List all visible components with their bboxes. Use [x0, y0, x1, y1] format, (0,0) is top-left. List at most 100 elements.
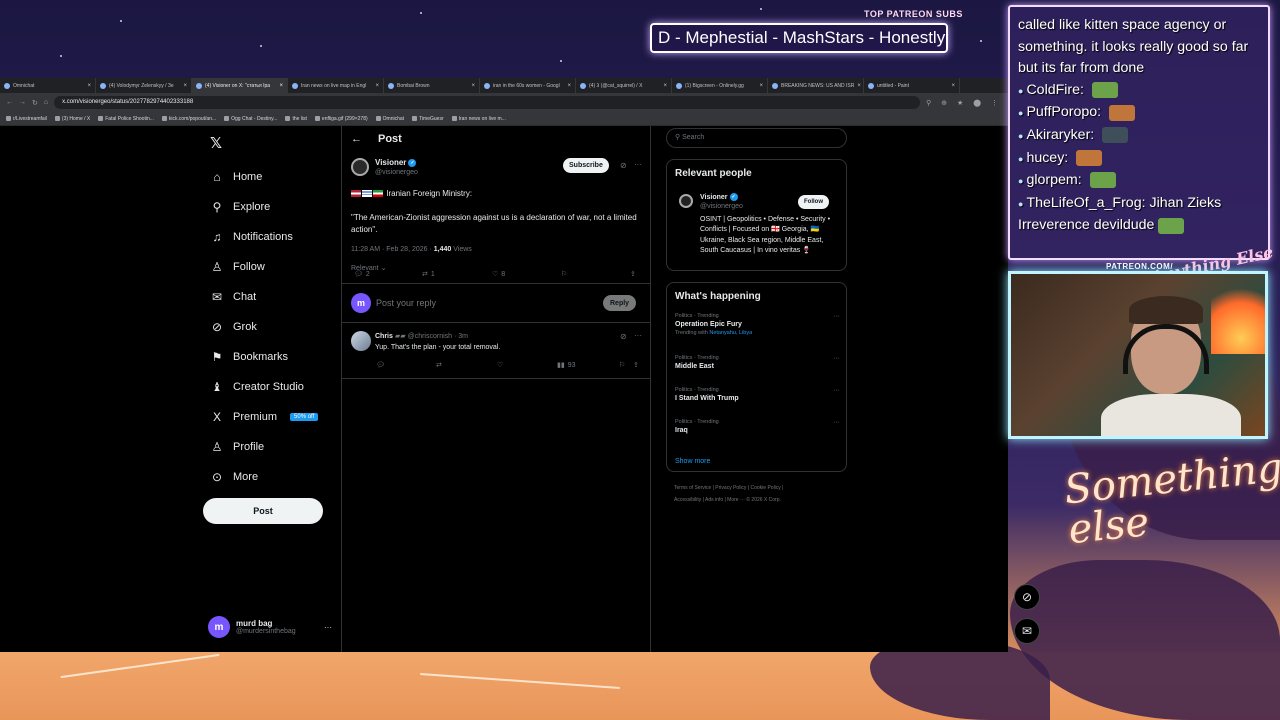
like-action[interactable]: ♡ 8: [492, 270, 505, 279]
browser-tab[interactable]: (4) Visioner on X: "статья Іра ×: [192, 78, 288, 93]
bookmark-icon[interactable]: ⚐: [619, 361, 625, 369]
grok-icon[interactable]: ⊘: [620, 161, 627, 170]
x-logo-icon[interactable]: 𝕏: [210, 134, 222, 152]
close-icon[interactable]: ×: [759, 83, 763, 89]
reload-icon[interactable]: ↻: [32, 99, 38, 107]
bookmark-item[interactable]: Omnichat: [375, 116, 404, 122]
browser-tab[interactable]: Iran news on live map in Engl ×: [288, 78, 384, 93]
browser-tab[interactable]: (1) Bigscreen - Onlinely.gg ×: [672, 78, 768, 93]
more-icon[interactable]: ···: [833, 387, 840, 394]
close-icon[interactable]: ×: [951, 83, 955, 89]
close-icon[interactable]: ×: [279, 83, 283, 89]
reply-button[interactable]: Reply: [603, 295, 637, 311]
bookmark-item[interactable]: TimeGuesr: [412, 116, 444, 122]
avatar[interactable]: [351, 158, 369, 176]
bookmark-item[interactable]: Ogg Chat - Destiny...: [224, 116, 277, 122]
grok-icon[interactable]: ⊘: [620, 332, 627, 341]
bookmark-item[interactable]: Iran news on live m...: [451, 116, 506, 122]
nav-item-premium[interactable]: X Premium 50% off: [210, 410, 319, 424]
bookmark-item[interactable]: r/Livestreamfail: [6, 116, 47, 122]
account-switcher[interactable]: m murd bag @murdersinthebag ···: [208, 616, 332, 638]
author-handle[interactable]: @visionergeo: [375, 169, 418, 176]
nav-item-chat[interactable]: ✉ Chat: [210, 290, 256, 304]
author-name[interactable]: Visioner ✓: [375, 158, 417, 167]
repost-action[interactable]: ⇄ 1: [422, 270, 435, 279]
heart-icon[interactable]: ♡: [497, 361, 503, 369]
subscribe-button[interactable]: Subscribe: [563, 158, 609, 173]
show-more-link[interactable]: Show more: [675, 458, 710, 465]
back-arrow-icon[interactable]: ←: [351, 133, 362, 145]
trend-item[interactable]: Politics · Trending I Stand With Trump ···: [675, 387, 840, 402]
post-button[interactable]: Post: [203, 498, 323, 524]
browser-tab[interactable]: (4) Volodymyr Zelenskyy / Зе ×: [96, 78, 192, 93]
browser-tab[interactable]: Omnichat ×: [0, 78, 96, 93]
nav-item-profile[interactable]: ♙ Profile: [210, 440, 265, 454]
person-handle[interactable]: @visionergeo: [700, 203, 743, 210]
trend-item[interactable]: Politics · Trending Iraq ···: [675, 419, 840, 434]
close-icon[interactable]: ×: [375, 83, 379, 89]
share-action[interactable]: ⇪: [630, 270, 636, 278]
browser-tab[interactable]: Bombai Brown ×: [384, 78, 480, 93]
browser-tab[interactable]: (4) Ꝫ (@cat_squirrel) / X ×: [576, 78, 672, 93]
more-icon[interactable]: ···: [634, 331, 642, 340]
tweet-actions: 💬︎ 2 ⇄ 1 ♡ 8 ⚐ ⇪: [342, 270, 650, 284]
extensions-icons[interactable]: ⚲ ⊕ ★ ⬤ ⋮: [926, 99, 1002, 107]
bookmark-item[interactable]: the list: [285, 116, 307, 122]
whats-happening-card: What's happening Politics · Trending Oper…: [666, 282, 847, 472]
back-icon[interactable]: ←: [6, 99, 13, 106]
nav-item-bookmarks[interactable]: ⚑ Bookmarks: [210, 350, 288, 364]
forward-icon[interactable]: →: [19, 99, 26, 106]
more-icon[interactable]: ···: [833, 419, 840, 426]
chat-username: hucey:: [1026, 149, 1069, 166]
more-icon[interactable]: ···: [634, 160, 642, 169]
avatar[interactable]: [351, 331, 371, 351]
more-icon[interactable]: ···: [833, 355, 840, 362]
bookmark-item[interactable]: Fatal Police Shootin...: [98, 116, 154, 122]
bookmark-item[interactable]: (3) Home / X: [54, 116, 90, 122]
repost-icon[interactable]: ⇄: [436, 361, 442, 369]
trend-item[interactable]: Politics · Trending Operation Epic Fury Tr…: [675, 313, 840, 336]
person-name[interactable]: Visioner ✓: [700, 193, 738, 201]
browser-tab[interactable]: iran in the 60s women - Googl ×: [480, 78, 576, 93]
home-icon[interactable]: ⌂: [44, 99, 48, 106]
bookmark-item[interactable]: kick.com/popout/an...: [161, 116, 216, 122]
nav-item-follow[interactable]: ♙ Follow: [210, 260, 265, 274]
url-field[interactable]: x.com/visionergeo/status/202778297440233…: [54, 96, 921, 109]
footer-line-2[interactable]: Accessibility | Ads info | More ··· © 20…: [674, 494, 844, 506]
more-icon[interactable]: ···: [833, 313, 840, 320]
footer-line-1[interactable]: Terms of Service | Privacy Policy | Cook…: [674, 482, 844, 494]
nav-item-grok[interactable]: ⊘ Grok: [210, 320, 257, 334]
reply-tweet[interactable]: Chris ▰▰ @chriscornish · 3m ⊘ ··· Yup. T…: [342, 329, 650, 379]
views-action[interactable]: ▮▮ 93: [557, 361, 576, 370]
close-icon[interactable]: ×: [567, 83, 571, 89]
follow-button[interactable]: Follow: [798, 195, 829, 209]
reply-input[interactable]: Post your reply: [376, 298, 436, 308]
nav-item-notifications[interactable]: ♫ Notifications: [210, 230, 293, 244]
bookmark-item[interactable]: enfliga.gif (299×278): [314, 116, 368, 122]
nav-item-more[interactable]: ⊙ More: [210, 470, 258, 484]
reply-icon[interactable]: 💬︎: [376, 361, 385, 369]
reply-sort-dropdown[interactable]: Relevant ⌄: [351, 264, 386, 272]
reply-author[interactable]: Chris ▰▰ @chriscornish · 3m: [375, 332, 468, 340]
nav-item-creator-studio[interactable]: ♝ Creator Studio: [210, 380, 304, 394]
trend-with-links[interactable]: Netanyahu, Libya: [709, 330, 752, 336]
close-icon[interactable]: ×: [471, 83, 475, 89]
search-input[interactable]: ⚲ Search: [666, 128, 847, 148]
browser-tab[interactable]: BREAKING NEWS: US AND ISR ×: [768, 78, 864, 93]
avatar[interactable]: [679, 194, 693, 208]
more-icon[interactable]: ···: [324, 623, 332, 632]
close-icon[interactable]: ×: [87, 83, 91, 89]
messages-float-icon[interactable]: ✉: [1014, 618, 1040, 644]
bookmark-action[interactable]: ⚐: [561, 270, 567, 278]
browser-tab[interactable]: untitled - Paint ×: [864, 78, 960, 93]
tweet-time[interactable]: 11:28 AM · Feb 28, 2026 ·: [351, 246, 434, 253]
share-icon[interactable]: ⇪: [633, 361, 639, 369]
close-icon[interactable]: ×: [183, 83, 187, 89]
close-icon[interactable]: ×: [663, 83, 667, 89]
nav-item-explore[interactable]: ⚲ Explore: [210, 200, 271, 214]
nav-item-home[interactable]: ⌂ Home: [210, 170, 262, 184]
grok-float-icon[interactable]: ⊘: [1014, 584, 1040, 610]
trend-item[interactable]: Politics · Trending Middle East ···: [675, 355, 840, 370]
footer-links[interactable]: Terms of Service | Privacy Policy | Cook…: [674, 482, 844, 506]
close-icon[interactable]: ×: [857, 83, 861, 89]
